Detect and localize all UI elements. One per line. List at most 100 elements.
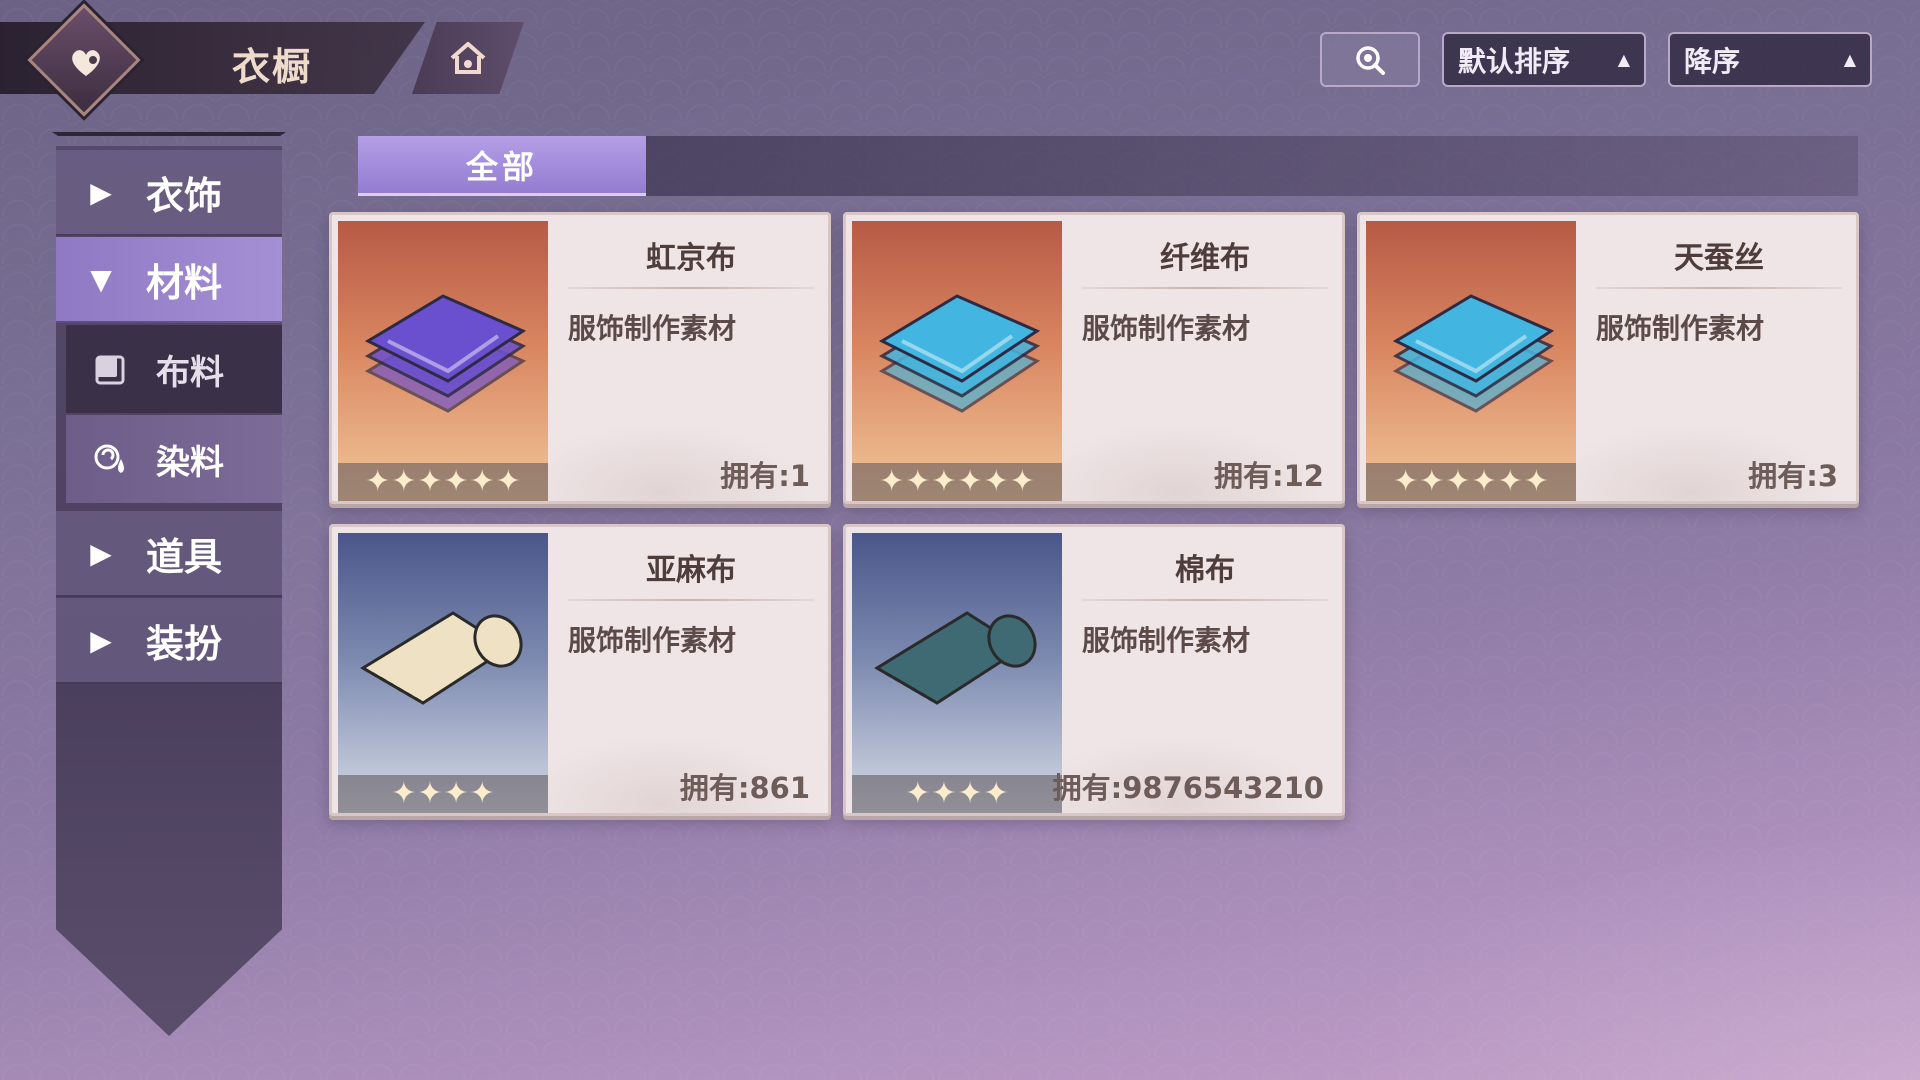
item-owned-count: 拥有:861	[679, 771, 810, 805]
sidebar-item-clothing[interactable]: ▶ 衣饰	[56, 150, 282, 236]
caret-up-icon: ▲	[1843, 50, 1856, 69]
rarity-stars: ✦ ✦ ✦ ✦ ✦ ✦	[852, 463, 1062, 501]
divider	[1596, 287, 1842, 289]
sidebar-item-dressup[interactable]: ▶ 装扮	[56, 598, 282, 684]
divider	[568, 287, 814, 289]
sidebar-item-label: 装扮	[146, 621, 223, 666]
divider	[1082, 599, 1328, 601]
item-owned-count: 拥有:12	[1214, 459, 1324, 493]
category-sidebar: ▶ 衣饰 ▼ 材料 布料 染料 ▶ 道具 ▶ 装扮	[52, 132, 286, 1052]
item-card[interactable]: ✦ ✦ ✦ ✦ 亚麻布 服饰制作素材 拥有:861	[329, 524, 831, 816]
sidebar-subitem-label: 布料	[156, 352, 224, 393]
triangle-right-icon: ▶	[90, 536, 112, 570]
sidebar-item-materials[interactable]: ▼ 材料	[56, 237, 282, 323]
star-icon: ✦	[1419, 464, 1445, 499]
star-icon: ✦	[931, 464, 957, 499]
sort-dropdown-label: 默认排序	[1458, 44, 1571, 78]
triangle-right-icon: ▶	[90, 623, 112, 657]
sidebar-item-label: 道具	[146, 534, 223, 579]
star-icon: ✦	[957, 464, 983, 499]
sort-dropdown[interactable]: 默认排序 ▲	[1442, 32, 1646, 87]
home-icon	[450, 42, 486, 74]
triangle-right-icon: ▶	[90, 175, 112, 209]
item-thumbnail: ✦ ✦ ✦ ✦	[338, 533, 548, 813]
fabric-icon	[360, 611, 523, 705]
item-owned-count: 拥有:9876543210	[1052, 771, 1324, 805]
top-controls: 默认排序 ▲ 降序 ▲	[1320, 32, 1872, 87]
star-icon: ✦	[983, 464, 1009, 499]
star-icon: ✦	[391, 464, 417, 499]
star-icon: ✦	[905, 464, 931, 499]
item-description: 服饰制作素材	[1082, 312, 1251, 345]
item-card[interactable]: ✦ ✦ ✦ ✦ 棉布 服饰制作素材 拥有:9876543210	[843, 524, 1345, 816]
background-swirl	[1220, 780, 1920, 1080]
order-dropdown-label: 降序	[1684, 44, 1741, 78]
item-thumbnail: ✦ ✦ ✦ ✦	[852, 533, 1062, 813]
tab-all[interactable]: 全部	[358, 136, 646, 196]
search-button[interactable]	[1320, 32, 1420, 87]
fabric-icon	[1392, 294, 1555, 413]
item-card[interactable]: ✦ ✦ ✦ ✦ ✦ ✦ 纤维布服饰制作素材拥有:12	[843, 212, 1345, 504]
item-description: 服饰制作素材	[568, 312, 737, 345]
star-icon: ✦	[443, 776, 469, 811]
page-title: 衣橱	[232, 45, 313, 89]
sidebar-subitem-fabric[interactable]: 布料	[66, 325, 282, 413]
item-name: 虹京布	[646, 241, 736, 276]
star-icon: ✦	[1393, 464, 1419, 499]
item-thumbnail: ✦ ✦ ✦ ✦ ✦ ✦	[338, 221, 548, 501]
sidebar-subitem-label: 染料	[156, 442, 224, 483]
item-name: 纤维布	[1160, 241, 1250, 276]
order-dropdown[interactable]: 降序 ▲	[1668, 32, 1872, 87]
title-bar: 衣橱	[0, 3, 524, 117]
item-description: 服饰制作素材	[1082, 624, 1251, 657]
star-icon: ✦	[443, 464, 469, 499]
star-icon: ✦	[1445, 464, 1471, 499]
star-icon: ✦	[365, 464, 391, 499]
item-card[interactable]: ✦ ✦ ✦ ✦ ✦ ✦ 虹京布 服饰制作素材 拥有:1	[329, 212, 831, 504]
star-icon: ✦	[417, 776, 443, 811]
star-icon: ✦	[983, 776, 1009, 811]
item-name: 棉布	[1175, 553, 1235, 588]
fabric-icon	[66, 347, 156, 391]
item-description: 服饰制作素材	[1596, 312, 1765, 345]
star-icon: ✦	[495, 464, 521, 499]
star-icon: ✦	[391, 776, 417, 811]
star-icon: ✦	[1471, 464, 1497, 499]
triangle-down-icon: ▼	[90, 262, 112, 296]
sidebar-item-label: 衣饰	[146, 173, 223, 218]
sidebar-item-label: 材料	[146, 260, 223, 305]
star-icon: ✦	[1009, 464, 1035, 499]
home-button[interactable]	[412, 22, 524, 94]
item-card[interactable]: ✦ ✦ ✦ ✦ ✦ ✦ 天蚕丝 服饰制作素材 拥有:3	[1357, 212, 1859, 504]
sidebar-subitem-dye[interactable]: 染料	[66, 415, 282, 503]
search-icon	[1356, 45, 1385, 75]
star-icon: ✦	[931, 776, 957, 811]
rarity-stars: ✦ ✦ ✦ ✦ ✦ ✦	[338, 463, 548, 501]
star-icon: ✦	[469, 464, 495, 499]
rarity-stars: ✦ ✦ ✦ ✦ ✦ ✦	[1366, 463, 1576, 501]
heart-icon	[64, 40, 108, 84]
item-description: 服饰制作素材	[568, 624, 737, 657]
sidebar-top-rail	[52, 132, 286, 146]
star-icon: ✦	[905, 776, 931, 811]
sidebar-item-props[interactable]: ▶ 道具	[56, 511, 282, 597]
star-icon: ✦	[957, 776, 983, 811]
dye-icon	[66, 437, 156, 481]
star-icon: ✦	[417, 464, 443, 499]
rarity-stars: ✦ ✦ ✦ ✦	[852, 775, 1062, 813]
caret-up-icon: ▲	[1617, 50, 1630, 69]
fabric-icon	[878, 294, 1041, 413]
star-icon: ✦	[1497, 464, 1523, 499]
item-owned-count: 拥有:1	[720, 459, 810, 493]
divider	[1082, 287, 1328, 289]
fabric-icon	[364, 294, 527, 413]
divider	[568, 599, 814, 601]
item-name: 亚麻布	[646, 553, 736, 588]
star-icon: ✦	[1523, 464, 1549, 499]
item-owned-count: 拥有:3	[1748, 459, 1838, 493]
fabric-icon	[874, 611, 1037, 705]
item-name: 天蚕丝	[1674, 241, 1764, 276]
item-thumbnail: ✦ ✦ ✦ ✦ ✦ ✦	[852, 221, 1062, 501]
rarity-stars: ✦ ✦ ✦ ✦	[338, 775, 548, 813]
star-icon: ✦	[469, 776, 495, 811]
